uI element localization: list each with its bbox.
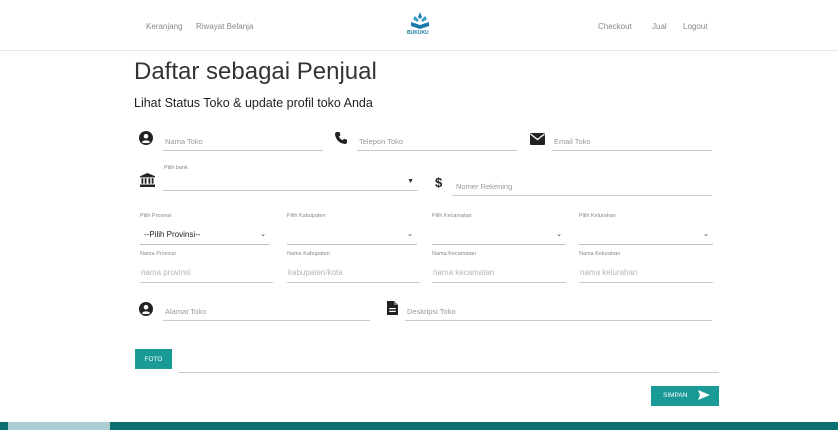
- foto-upload-button[interactable]: FOTO: [135, 349, 172, 369]
- email-toko-field[interactable]: Email Toko: [552, 132, 712, 151]
- nama-kabupaten-input[interactable]: kabupaten/kota: [287, 262, 420, 283]
- nav-logout-link[interactable]: Logout: [683, 22, 707, 31]
- nomer-rekening-field[interactable]: Nomer Rekening: [452, 177, 712, 196]
- user-circle-icon: [139, 302, 153, 321]
- envelope-icon: [530, 132, 545, 150]
- chevron-down-icon: ⌄: [407, 231, 413, 238]
- nama-provinsi-input[interactable]: nama provinsi: [140, 262, 273, 283]
- nav-riwayat-belanja-link[interactable]: Riwayat Belanja: [196, 22, 253, 31]
- telepon-toko-field[interactable]: Telepon Toko: [357, 132, 517, 151]
- telepon-toko-placeholder: Telepon Toko: [359, 137, 404, 146]
- email-toko-placeholder: Email Toko: [554, 137, 591, 146]
- chevron-down-icon: ▼: [407, 178, 414, 185]
- chevron-down-icon: ⌄: [260, 231, 266, 238]
- book-logo-icon: [411, 12, 429, 29]
- nama-kelurahan-placeholder: nama kelurahan: [580, 268, 638, 277]
- pilih-kelurahan-label: Pilih Kelurahan: [579, 213, 616, 219]
- footer-tag: [8, 422, 110, 430]
- nav-keranjang-link[interactable]: Keranjang: [146, 22, 182, 31]
- simpan-button[interactable]: SIMPAN: [651, 386, 719, 406]
- foto-filename-line: [178, 372, 719, 373]
- kelurahan-select[interactable]: ⌄: [579, 224, 713, 245]
- nama-kelurahan-input[interactable]: nama kelurahan: [579, 262, 713, 283]
- nama-toko-placeholder: Nama Toko: [165, 137, 203, 146]
- nomer-rekening-placeholder: Nomer Rekening: [456, 182, 513, 191]
- pilih-kabupaten-label: Pilih Kabupaten: [287, 213, 326, 219]
- page-title: Daftar sebagai Penjual: [134, 58, 377, 85]
- send-arrow-icon: [698, 389, 710, 403]
- nama-kecamatan-placeholder: nama kecamatan: [433, 268, 495, 277]
- kecamatan-select[interactable]: ⌄: [432, 224, 566, 245]
- chevron-down-icon: ⌄: [703, 231, 709, 238]
- deskripsi-toko-placeholder: Deskripsi Toko: [407, 307, 456, 316]
- nama-kabupaten-placeholder: kabupaten/kota: [288, 268, 343, 277]
- bank-icon: [140, 173, 155, 192]
- nav-jual-link[interactable]: Jual: [652, 22, 667, 31]
- logo-text: BUKUKU: [407, 30, 429, 36]
- pilih-kecamatan-label: Pilih Kecamatan: [432, 213, 472, 219]
- chevron-down-icon: ⌄: [556, 231, 562, 238]
- nama-kecamatan-input[interactable]: nama kecamatan: [432, 262, 566, 283]
- pilih-bank-label: Pilih bank: [164, 165, 188, 171]
- nama-kelurahan-label: Nama Kelurahan: [579, 251, 621, 257]
- navbar: Keranjang Riwayat Belanja BUKUKU Checkou…: [0, 0, 838, 51]
- dollar-icon: $: [435, 175, 443, 190]
- pilih-bank-select[interactable]: ▼: [163, 176, 418, 191]
- pilih-provinsi-label: Pilih Provinsi: [140, 213, 172, 219]
- footer-bar: [0, 422, 838, 430]
- nama-kabupaten-label: Nama Kabupaten: [287, 251, 330, 257]
- user-circle-icon: [139, 131, 153, 150]
- document-icon: [387, 301, 398, 320]
- provinsi-select[interactable]: --Pilih Provinsi-- ⌄: [140, 224, 270, 245]
- deskripsi-toko-field[interactable]: Deskripsi Toko: [405, 302, 712, 321]
- nama-toko-field[interactable]: Nama Toko: [163, 132, 323, 151]
- phone-icon: [334, 131, 348, 150]
- nama-provinsi-label: Nama Provinsi: [140, 251, 176, 257]
- alamat-toko-placeholder: Alamat Toko: [165, 307, 207, 316]
- nama-provinsi-placeholder: nama provinsi: [141, 268, 191, 277]
- kabupaten-select[interactable]: ⌄: [287, 224, 417, 245]
- page-subtitle: Lihat Status Toko & update profil toko A…: [134, 96, 373, 110]
- alamat-toko-field[interactable]: Alamat Toko: [163, 302, 370, 321]
- nav-checkout-link[interactable]: Checkout: [598, 22, 632, 31]
- simpan-button-label: SIMPAN: [663, 392, 688, 399]
- provinsi-select-value: --Pilih Provinsi--: [144, 230, 201, 239]
- nama-kecamatan-label: Nama Kecamatan: [432, 251, 477, 257]
- bukuku-logo[interactable]: BUKUKU: [407, 10, 431, 40]
